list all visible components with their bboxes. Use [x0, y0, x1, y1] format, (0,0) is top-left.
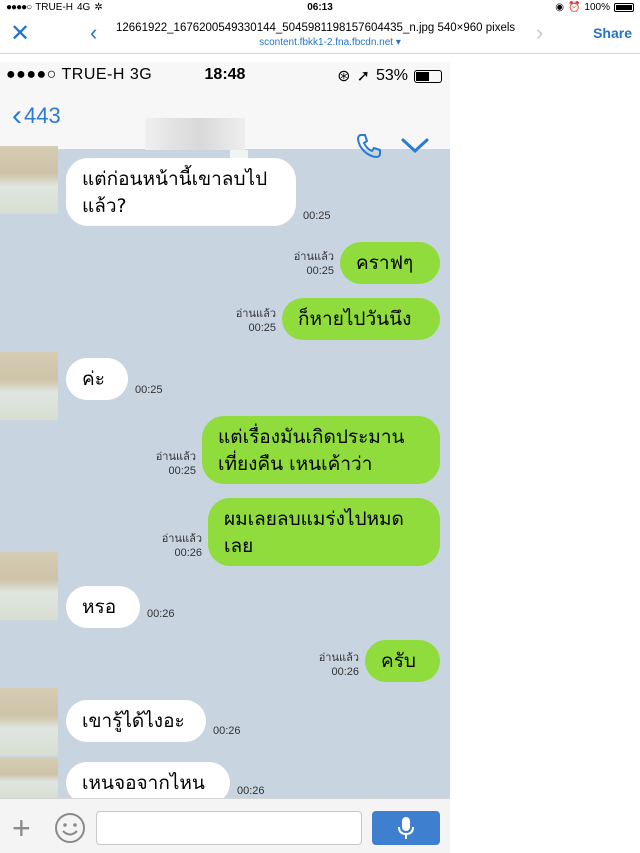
message-text-line: เที่ยงคืน เหนเค้าว่า — [218, 453, 373, 475]
message-meta: อ่านแล้ว 00:26 — [150, 532, 202, 560]
message-input-bar: + — [0, 798, 450, 853]
phone-battery-icon — [414, 69, 442, 83]
message-time: 00:25 — [306, 265, 334, 277]
message-text-line: แต่เรื่องมันเกิดประมาน — [218, 426, 405, 448]
share-button[interactable]: Share — [593, 25, 632, 41]
message-time: 00:26 — [237, 785, 265, 797]
avatar[interactable] — [0, 352, 58, 420]
message-input[interactable] — [96, 811, 362, 845]
message-meta: อ่านแล้ว 00:25 — [224, 307, 276, 335]
lock-rotation-icon: ◉ — [555, 2, 564, 13]
incoming-message[interactable]: เขารู้ได้ไงอะ — [66, 700, 206, 742]
message-meta: อ่านแล้ว 00:25 — [144, 450, 196, 478]
message-time: 00:26 — [213, 725, 241, 737]
back-count: 443 — [24, 103, 61, 128]
message-time: 00:26 — [174, 547, 202, 559]
os-status-bar: ●●●●○ TRUE-H 4G ✲ 06:13 ◉ ⏰ 100% — [0, 0, 640, 16]
microphone-icon — [398, 817, 414, 839]
avatar[interactable] — [0, 758, 58, 798]
read-receipt: อ่านแล้ว — [293, 251, 334, 263]
outgoing-message[interactable]: ผมเลยลบแมร่งไปหมด เลย — [208, 498, 440, 566]
back-button[interactable]: ‹ 443 — [12, 99, 61, 132]
message-text-line: หรอ — [82, 596, 117, 618]
read-receipt: อ่านแล้ว — [318, 652, 359, 664]
message-time: 00:25 — [303, 210, 331, 222]
message-text-line: ครับ — [381, 650, 416, 672]
chevron-down-icon[interactable] — [400, 136, 430, 156]
read-receipt: อ่านแล้ว — [161, 533, 202, 545]
message-text-line: เหนจอจากไหน — [82, 772, 205, 794]
message-time: 00:26 — [147, 608, 175, 620]
avatar[interactable] — [0, 688, 58, 756]
message-text-line: แต่ก่อนหน้านี้เขาลบไป — [82, 168, 268, 190]
chat-header: ‹ 443 — [0, 88, 450, 166]
incoming-message[interactable]: หรอ — [66, 586, 140, 628]
voice-button[interactable] — [372, 811, 440, 845]
message-time: 00:25 — [135, 384, 163, 396]
read-receipt: อ่านแล้ว — [235, 308, 276, 320]
alarm-icon: ⏰ — [567, 2, 581, 13]
battery-icon — [614, 3, 634, 12]
phone-call-icon[interactable] — [355, 132, 383, 160]
blurred-contact-name — [145, 118, 245, 150]
message-time: 00:25 — [168, 465, 196, 477]
chat-screenshot: ●●●●○ TRUE-H 3G 18:48 ⊛ ➚ 53% ‹ 443 แต่ก… — [0, 62, 450, 853]
incoming-message[interactable]: แต่ก่อนหน้านี้เขาลบไป แล้ว? — [66, 158, 296, 226]
outgoing-message[interactable]: แต่เรื่องมันเกิดประมาน เที่ยงคืน เหนเค้า… — [202, 416, 440, 484]
phone-status-bar: ●●●●○ TRUE-H 3G 18:48 ⊛ ➚ 53% — [0, 62, 450, 88]
file-source: scontent.fbkk1-2.fna.fbcdn.net — [259, 37, 394, 48]
os-battery-text: 100% — [584, 2, 610, 13]
read-receipt: อ่านแล้ว — [155, 451, 196, 463]
message-time: 00:25 — [248, 322, 276, 334]
outgoing-message[interactable]: ก็หายไปวันนึง — [282, 298, 440, 340]
message-time: 00:26 — [331, 666, 359, 678]
emoji-icon[interactable] — [54, 812, 86, 844]
image-viewer-toolbar: ✕ ‹ 12661922_1676200549330144_5045981198… — [0, 16, 640, 54]
message-text-line: แล้ว? — [82, 195, 127, 217]
message-meta: อ่านแล้ว 00:26 — [307, 651, 359, 679]
avatar[interactable] — [0, 552, 58, 620]
chevron-left-icon: ‹ — [12, 99, 22, 132]
location-arrow-icon: ➚ — [356, 68, 370, 85]
plus-icon[interactable]: + — [12, 812, 31, 844]
message-text-line: เลย — [224, 535, 254, 557]
message-text-line: ค่ะ — [82, 368, 105, 390]
incoming-message[interactable]: ค่ะ — [66, 358, 128, 400]
file-source-dropdown[interactable]: scontent.fbkk1-2.fna.fbcdn.net ▾ — [0, 37, 640, 48]
outgoing-message[interactable]: ครับ — [365, 640, 440, 682]
message-text-line: ก็หายไปวันนึง — [298, 308, 412, 330]
phone-battery-text: 53% — [375, 67, 408, 84]
chevron-down-icon: ▾ — [395, 37, 401, 48]
message-text-line: เขารู้ได้ไงอะ — [82, 710, 185, 732]
file-title: 12661922_1676200549330144_50459811981576… — [116, 22, 516, 34]
screen: ●●●●○ TRUE-H 4G ✲ 06:13 ◉ ⏰ 100% ✕ ‹ 126… — [0, 0, 640, 853]
outgoing-message[interactable]: คราฟๆ — [340, 242, 440, 284]
os-time: 06:13 — [307, 2, 333, 13]
forward-chevron-icon[interactable]: › — [536, 20, 543, 46]
avatar[interactable] — [0, 146, 58, 214]
message-text-line: คราฟๆ — [356, 252, 414, 274]
rotation-lock-icon: ⊛ — [337, 68, 351, 85]
message-text-line: ผมเลยลบแมร่งไปหมด — [224, 508, 404, 530]
message-meta: อ่านแล้ว 00:25 — [282, 250, 334, 278]
